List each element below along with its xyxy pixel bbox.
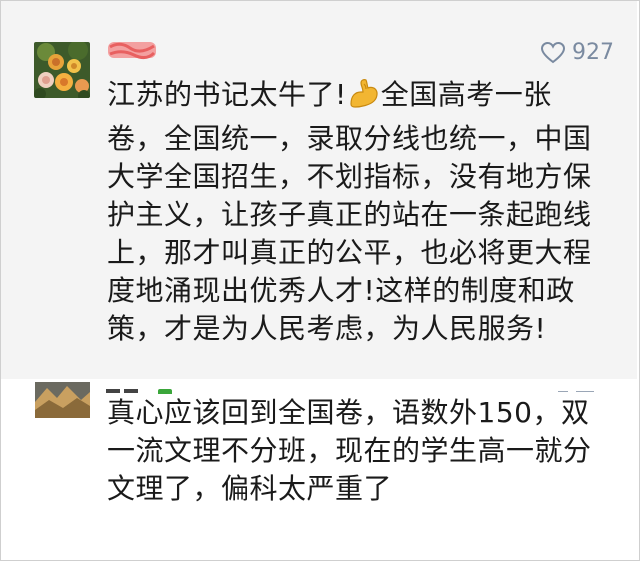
avatar[interactable]	[35, 382, 90, 418]
comment-text: 真心应该回到全国卷，语数外150，双 一流文理不分班，现在的学生高一就分 文理了…	[107, 394, 607, 508]
heart-outline-icon	[540, 41, 566, 63]
text-line: 上，那才叫真正的公平，也必将更大程	[107, 236, 592, 269]
username-cropped	[106, 384, 186, 394]
text-line: 江苏的书记太牛了!	[107, 78, 347, 111]
landscape-avatar-image	[35, 382, 90, 418]
flowers-avatar-image	[34, 42, 90, 98]
text-line: 真心应该回到全国卷，语数外150，双	[107, 396, 590, 429]
comment-text: 江苏的书记太牛了! 全国高考一张 卷，全国统一，录取分线也统一，中国 大学全国招…	[107, 76, 607, 348]
text-line: 一流文理不分班，现在的学生高一就分	[107, 434, 592, 467]
text-line: 护主义，让孩子真正的站在一条起跑线	[107, 198, 592, 231]
like-counter[interactable]: 927	[540, 40, 614, 65]
redacted-username	[106, 39, 158, 61]
cropped-like-glyphs	[558, 391, 594, 392]
avatar[interactable]	[34, 42, 90, 98]
like-counter-cropped	[520, 384, 600, 392]
text-line: 全国高考一张	[380, 78, 552, 111]
redaction-scribble	[108, 42, 156, 60]
text-line: 策，才是为人民考虑，为人民服务!	[107, 312, 547, 345]
text-line: 文理了，偏科太严重了	[107, 472, 393, 505]
text-line: 大学全国招生，不划指标，没有地方保	[107, 160, 592, 193]
text-line: 度地涌现出优秀人才!这样的制度和政	[107, 274, 575, 307]
flexed-biceps-emoji-icon	[347, 76, 381, 120]
like-count: 927	[572, 40, 614, 65]
text-line: 卷，全国统一，录取分线也统一，中国	[107, 122, 592, 155]
